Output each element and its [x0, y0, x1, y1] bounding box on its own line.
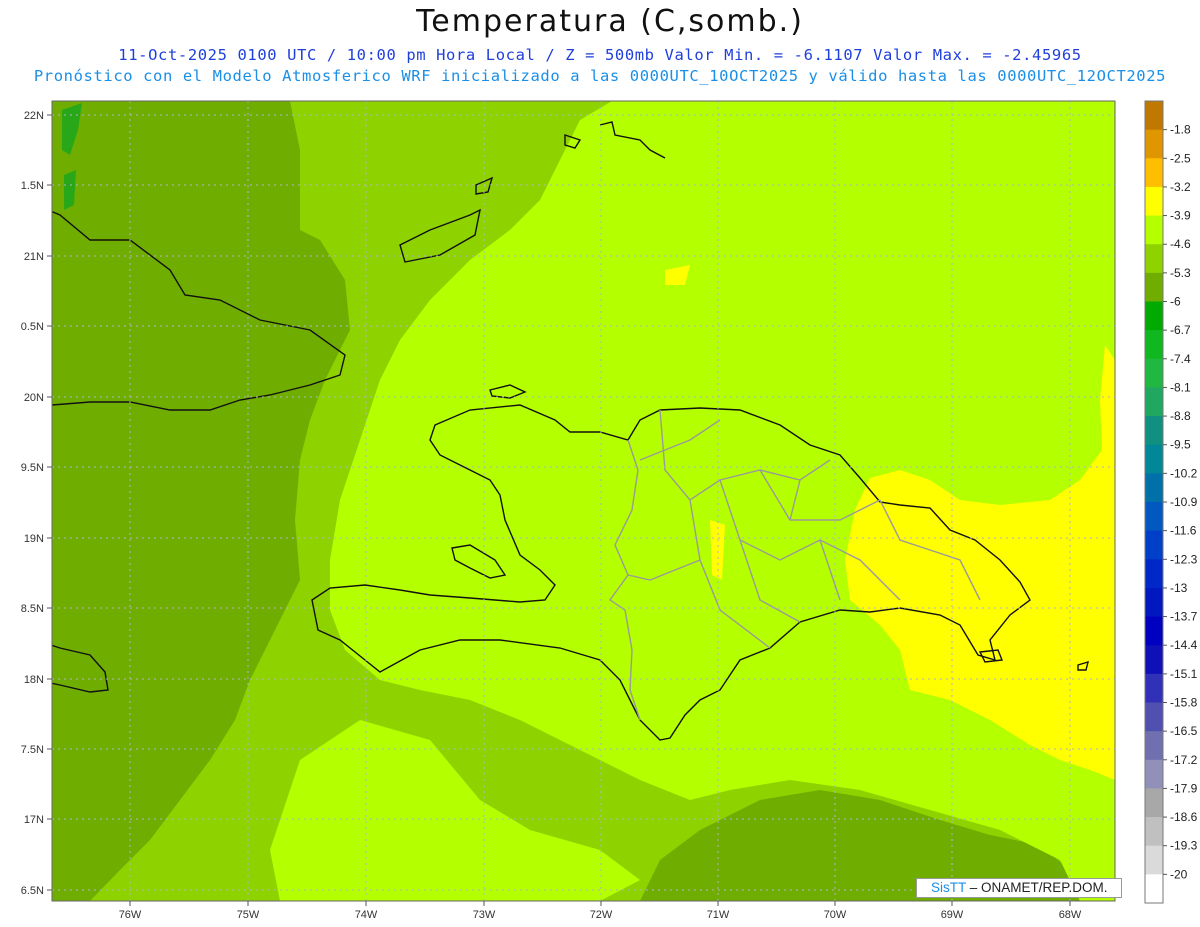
colorbar-swatch: [1145, 330, 1163, 360]
colorbar-label: -17.9: [1170, 781, 1198, 795]
lon-label: 75W: [237, 909, 260, 921]
colorbar-swatch: [1145, 559, 1163, 589]
lat-label: 8.5N: [21, 603, 44, 615]
colorbar-label: -13: [1170, 581, 1188, 595]
sistt-brand: SisTT: [931, 880, 967, 895]
colorbar-label: -10.9: [1170, 495, 1198, 509]
colorbar-swatch: [1145, 502, 1163, 532]
valid-time-subtitle: 11-Oct-2025 0100 UTC / 10:00 pm Hora Loc…: [118, 46, 1082, 64]
colorbar-label: -5.3: [1170, 266, 1191, 280]
colorbar-label: -6: [1170, 295, 1181, 309]
lat-label: 1.5N: [21, 180, 44, 192]
colorbar-swatch: [1145, 272, 1163, 302]
latitude-axis: 22N 1.5N 21N 0.5N 20N 9.5N 19N 8.5N 18N 7.5N 17N 6.…: [21, 110, 52, 897]
colorbar-swatch: [1145, 673, 1163, 703]
lat-label: 18N: [24, 674, 44, 686]
colorbar-swatch: [1145, 788, 1163, 818]
colorbar-label: -7.4: [1170, 352, 1191, 366]
lat-label: 22N: [24, 110, 44, 122]
colorbar-label: -19.3: [1170, 839, 1198, 853]
lon-label: 69W: [941, 909, 964, 921]
colorbar-swatch: [1145, 387, 1163, 417]
lat-label: 0.5N: [21, 321, 44, 333]
lat-label: 6.5N: [21, 885, 44, 897]
colorbar-label: -20: [1170, 867, 1188, 881]
colorbar-swatch: [1145, 416, 1163, 446]
colorbar-label: -10.2: [1170, 466, 1198, 480]
credit-text: – ONAMET/REP.DOM.: [966, 880, 1108, 895]
lat-label: 20N: [24, 392, 44, 404]
colorbar-swatch: [1145, 530, 1163, 560]
lat-label: 7.5N: [21, 744, 44, 756]
colorbar-swatch: [1145, 874, 1163, 904]
colorbar-swatch: [1145, 616, 1163, 646]
colorbar-swatch: [1145, 158, 1163, 188]
colorbar-swatch: [1145, 358, 1163, 388]
model-info-subtitle: Pronóstico con el Modelo Atmosferico WRF…: [33, 67, 1167, 85]
credit-box: SisTT – ONAMET/REP.DOM.: [916, 878, 1122, 898]
temperature-field: [52, 101, 1115, 901]
lon-label: 70W: [824, 909, 847, 921]
lon-label: 72W: [590, 909, 613, 921]
lat-label: 9.5N: [21, 462, 44, 474]
colorbar-label: -9.5: [1170, 438, 1191, 452]
colorbar-label: -15.8: [1170, 696, 1198, 710]
colorbar-label: -15.1: [1170, 667, 1198, 681]
colorbar-swatch: [1145, 645, 1163, 675]
lon-label: 74W: [355, 909, 378, 921]
lon-label: 73W: [473, 909, 496, 921]
colorbar-swatch: [1145, 587, 1163, 618]
colorbar-swatch: [1145, 473, 1163, 503]
colorbar-swatch: [1145, 817, 1163, 847]
lat-label: 17N: [24, 814, 44, 826]
colorbar-swatch: [1145, 444, 1163, 474]
colorbar-label: -11.6: [1170, 524, 1197, 538]
colorbar-swatch: [1145, 186, 1163, 217]
colorbar-label: -8.1: [1170, 380, 1191, 394]
colorbar-label: -6.7: [1170, 323, 1191, 337]
colorbar-label: -3.2: [1170, 180, 1191, 194]
colorbar-label: -14.4: [1170, 638, 1198, 652]
colorbar-swatch: [1145, 301, 1163, 331]
map-title: Temperatura (C,somb.): [416, 4, 804, 39]
lon-label: 68W: [1059, 909, 1082, 921]
colorbar-label: -8.8: [1170, 409, 1191, 423]
lon-label: 76W: [119, 909, 142, 921]
colorbar-swatch: [1145, 702, 1163, 732]
lat-label: 19N: [24, 533, 44, 545]
colorbar-label: -12.3: [1170, 552, 1198, 566]
colorbar-label: -4.6: [1170, 237, 1191, 251]
longitude-axis: 76W 75W 74W 73W 72W 71W 70W 69W 68W: [119, 901, 1082, 921]
colorbar-label: -3.9: [1170, 209, 1191, 223]
colorbar: -1.8 -2.5 -3.2 -3.9 -4.6 -5.3 -6 -6.7 -7.4 -8.1 -8…: [1144, 100, 1198, 904]
colorbar-label: -17.2: [1170, 753, 1198, 767]
colorbar-swatch: [1145, 731, 1163, 761]
forecast-map: 76W 75W 74W 73W 72W 71W 70W 69W 68W 22N 1.5N 21N 0.…: [21, 100, 1198, 921]
colorbar-swatch: [1145, 129, 1163, 159]
colorbar-swatch: [1145, 244, 1163, 274]
colorbar-label: -1.8: [1170, 123, 1191, 137]
colorbar-swatch: [1145, 759, 1163, 789]
colorbar-label: -16.5: [1170, 724, 1198, 738]
lat-label: 21N: [24, 251, 44, 263]
colorbar-swatch: [1145, 215, 1163, 245]
colorbar-swatch: [1145, 845, 1163, 875]
colorbar-label: -2.5: [1170, 151, 1191, 165]
lon-label: 71W: [707, 909, 730, 921]
colorbar-swatch: [1145, 101, 1163, 131]
colorbar-label: -18.6: [1170, 810, 1198, 824]
colorbar-label: -13.7: [1170, 610, 1198, 624]
